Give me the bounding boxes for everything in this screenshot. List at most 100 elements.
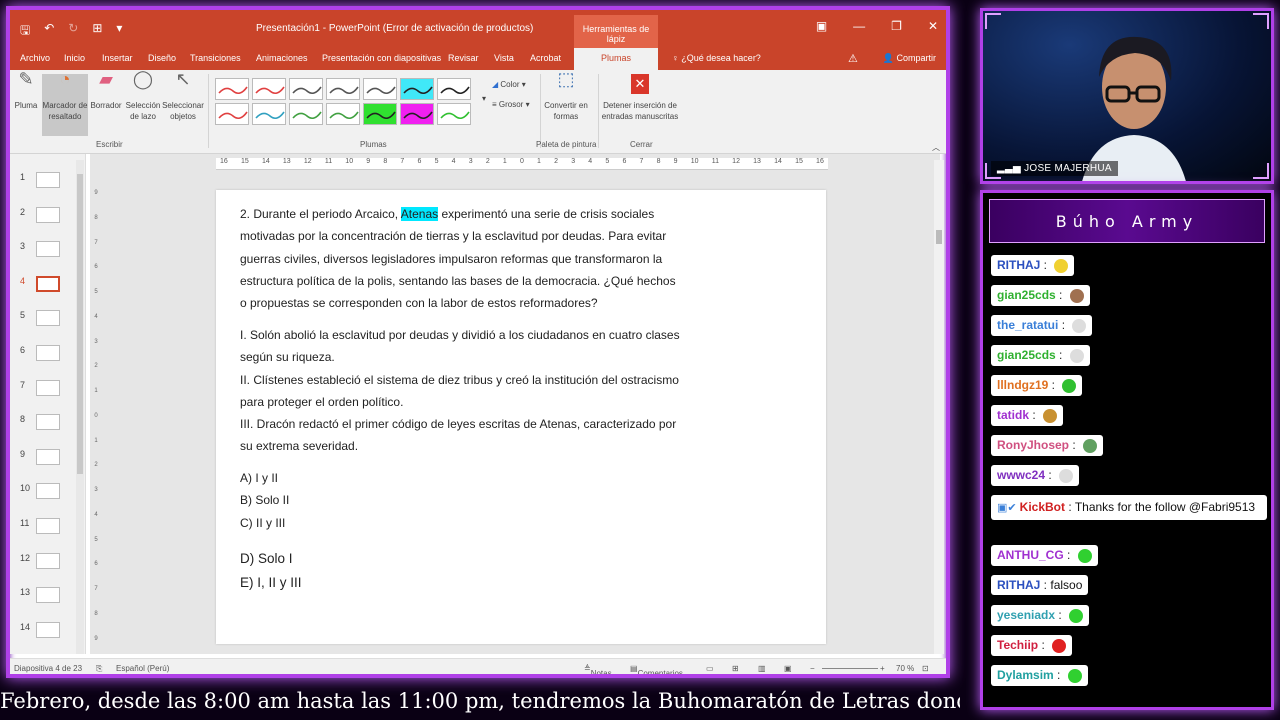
chat-username[interactable]: wwwc24: [997, 468, 1045, 482]
tab-inicio[interactable]: Inicio: [64, 53, 85, 63]
color-dropdown[interactable]: ◢ Color ▾: [492, 80, 526, 89]
pen-preset-7[interactable]: [437, 78, 471, 100]
group-label-palette: Paleta de pintura: [536, 140, 597, 149]
language-indicator[interactable]: Español (Perú): [116, 664, 169, 673]
tab-presentacion[interactable]: Presentación con diapositivas: [322, 53, 441, 63]
question-text[interactable]: 2. Durante el periodo Arcaico, Atenas ex…: [240, 203, 676, 314]
pen-preset-3[interactable]: [289, 78, 323, 100]
zoom-level[interactable]: 70 %: [896, 664, 914, 673]
option-e[interactable]: E) I, II y III: [240, 575, 302, 590]
customize-toolbar-icon[interactable]: ▾: [116, 21, 122, 42]
pen-preset-6[interactable]: [400, 78, 434, 100]
ruler-tick: 1: [537, 158, 541, 165]
pen-tool[interactable]: ✎ Pluma: [12, 70, 40, 111]
chat-username[interactable]: yeseniadx: [997, 608, 1055, 622]
tab-vista[interactable]: Vista: [494, 53, 514, 63]
pen-preset-9[interactable]: [252, 103, 286, 125]
undo-icon[interactable]: ↶: [44, 21, 54, 42]
maximize-icon[interactable]: ❐: [891, 19, 902, 33]
option-b[interactable]: B) Solo II: [240, 493, 289, 507]
tab-animaciones[interactable]: Animaciones: [256, 53, 308, 63]
tab-acrobat[interactable]: Acrobat: [530, 53, 561, 63]
vertical-scrollbar[interactable]: [934, 160, 944, 654]
chat-username[interactable]: RITHAJ: [997, 258, 1040, 272]
option-d[interactable]: D) Solo I: [240, 551, 293, 566]
thumbnail-preview: [36, 345, 60, 361]
convert-to-shapes-button[interactable]: ⬚ Convertir en formas: [544, 69, 588, 122]
pen-preset-14[interactable]: [437, 103, 471, 125]
tab-revisar[interactable]: Revisar: [448, 53, 479, 63]
save-icon[interactable]: 🖫: [20, 21, 30, 42]
minimize-icon[interactable]: —: [853, 19, 865, 33]
current-slide[interactable]: 2. Durante el periodo Arcaico, Atenas ex…: [216, 190, 826, 644]
tab-diseno[interactable]: Diseño: [148, 53, 176, 63]
slideshow-view-icon[interactable]: ▣: [784, 664, 792, 673]
stop-ink-button[interactable]: ✕ Detener inserción de entradas manuscri…: [600, 74, 680, 122]
eraser-tool[interactable]: ▰ Borrador: [88, 70, 124, 111]
zoom-slider[interactable]: [822, 668, 878, 669]
tell-me-search[interactable]: ♀ ¿Qué desea hacer?: [672, 53, 761, 63]
pen-gallery-more-icon[interactable]: ▾: [482, 94, 486, 103]
collapse-ribbon-icon[interactable]: ︿: [932, 142, 940, 153]
zoom-out-button[interactable]: −: [810, 664, 815, 673]
pen-preset-5[interactable]: [363, 78, 397, 100]
thumbnail-number: 4: [20, 275, 26, 286]
option-c[interactable]: C) II y III: [240, 516, 285, 530]
chat-username[interactable]: Techiip: [997, 638, 1038, 652]
reading-view-icon[interactable]: ▥: [758, 664, 766, 673]
fit-to-window-icon[interactable]: ⊡: [922, 664, 929, 673]
pen-preset-2[interactable]: [252, 78, 286, 100]
emote-icon: [1069, 288, 1084, 303]
ribbon-display-icon[interactable]: ▣: [816, 19, 827, 33]
pen-preset-1[interactable]: [215, 78, 249, 100]
share-button[interactable]: 👤 Compartir: [883, 53, 936, 64]
close-icon[interactable]: ✕: [928, 19, 938, 33]
spellcheck-icon[interactable]: ⎘: [96, 664, 102, 674]
ruler-tick: 8: [383, 158, 388, 165]
pen-preset-10[interactable]: [289, 103, 323, 125]
thumbnail-scrollbar[interactable]: [76, 160, 84, 654]
tab-archivo[interactable]: Archivo: [20, 53, 50, 63]
pen-preset-11[interactable]: [326, 103, 360, 125]
chat-username[interactable]: the_ratatui: [997, 318, 1058, 332]
start-slideshow-icon[interactable]: ⊞: [92, 21, 102, 42]
pen-preset-8[interactable]: [215, 103, 249, 125]
pen-preset-13[interactable]: [400, 103, 434, 125]
emote-icon: [1059, 468, 1074, 483]
chat-username[interactable]: gian25cds: [997, 348, 1056, 362]
sorter-view-icon[interactable]: ⊞: [732, 664, 739, 673]
thumbnail-number: 8: [20, 414, 26, 425]
shapes-icon: ⬚: [557, 69, 575, 89]
chat-username[interactable]: ANTHU_CG: [997, 548, 1064, 562]
weight-dropdown[interactable]: ≡ Grosor ▾: [492, 100, 530, 109]
tab-insertar[interactable]: Insertar: [102, 53, 133, 63]
chat-username[interactable]: tatidk: [997, 408, 1029, 422]
thumbnail-number: 10: [20, 483, 31, 494]
normal-view-icon[interactable]: ▭: [706, 664, 714, 673]
tab-plumas[interactable]: Plumas: [574, 48, 658, 70]
thumbnail-number: 2: [20, 206, 26, 217]
emote-icon: [1077, 548, 1092, 563]
pen-preset-4[interactable]: [326, 78, 360, 100]
chat-username[interactable]: KickBot: [1020, 500, 1065, 514]
lasso-tool[interactable]: ◯ Selección de lazo: [122, 70, 164, 122]
select-objects-tool[interactable]: ↖ Seleccionar objetos: [162, 70, 204, 122]
option-a[interactable]: A) I y II: [240, 471, 278, 485]
comments-button[interactable]: ▤ Comentarios: [630, 664, 683, 674]
zoom-in-button[interactable]: +: [880, 664, 885, 673]
warning-icon[interactable]: ⚠: [848, 52, 858, 65]
chat-username[interactable]: RITHAJ: [997, 578, 1040, 592]
redo-icon[interactable]: ↻: [68, 21, 78, 42]
thumbnail-number: 11: [20, 518, 30, 528]
tab-transiciones[interactable]: Transiciones: [190, 53, 241, 63]
statements-text[interactable]: I. Solón abolió la esclavitud por deudas…: [240, 324, 680, 458]
emote-icon: [1052, 638, 1067, 653]
highlighter-tool[interactable]: ◔ Marcador de resaltado: [42, 70, 88, 136]
pen-preset-12[interactable]: [363, 103, 397, 125]
notes-button[interactable]: ≜ Notas: [584, 664, 612, 674]
slide-thumbnails-pane: 1 2 3 4 5 6 7 8 9 10 11 12 13 14: [10, 154, 86, 654]
chat-username[interactable]: gian25cds: [997, 288, 1056, 302]
chat-username[interactable]: RonyJhosep: [997, 438, 1069, 452]
chat-username[interactable]: lllndgz19: [997, 378, 1048, 392]
chat-username[interactable]: Dylamsim: [997, 668, 1054, 682]
